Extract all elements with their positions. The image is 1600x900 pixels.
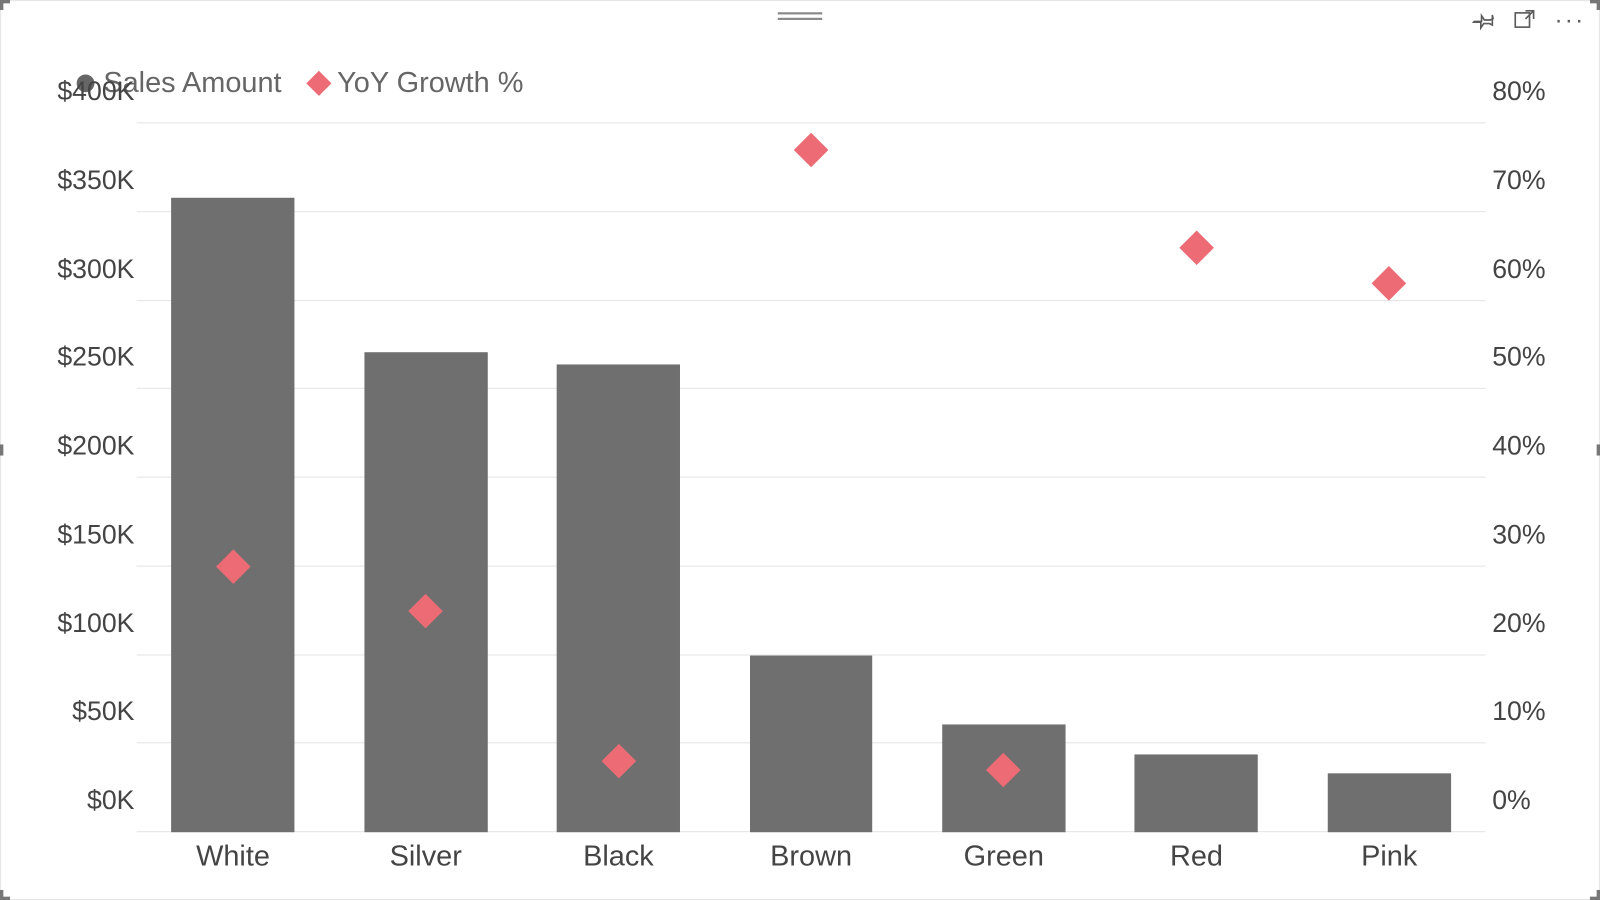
selection-handle[interactable] [0, 0, 3, 10]
y-right-tick: 10% [1492, 697, 1594, 728]
chart-visual: ··· Sales Amount YoY Growth % $0K $50K $10… [0, 0, 1600, 900]
y-right-tick: 40% [1492, 431, 1594, 462]
marker-brown[interactable] [794, 133, 829, 168]
selection-handle[interactable] [1597, 890, 1600, 900]
selection-handle[interactable] [0, 444, 3, 455]
marker-white[interactable] [216, 549, 251, 584]
drag-handle-icon[interactable] [778, 12, 822, 23]
legend-item-marker[interactable]: YoY Growth % [310, 66, 523, 100]
y-right-tick: 30% [1492, 520, 1594, 551]
chart-legend: Sales Amount YoY Growth % [77, 66, 524, 100]
y-left-tick: $200K [14, 431, 134, 462]
x-tick: White [196, 839, 270, 873]
plot-area [137, 123, 1486, 832]
y-left-tick: $300K [14, 254, 134, 285]
x-tick: Pink [1361, 839, 1417, 873]
y-right-tick: 20% [1492, 608, 1594, 639]
more-options-icon[interactable]: ··· [1552, 10, 1588, 30]
selection-handle[interactable] [1597, 0, 1600, 10]
x-tick: Green [964, 839, 1044, 873]
legend-label: YoY Growth % [337, 66, 523, 100]
y-left-tick: $0K [14, 786, 134, 817]
combo-chart: $0K$50K$100K$150K$200K$250K$300K$350K$40… [14, 112, 1585, 888]
y-axis-right: 0%10%20%30%40%50%60%70%80% [1483, 123, 1585, 832]
marker-silver[interactable] [408, 593, 443, 628]
x-tick: Silver [390, 839, 462, 873]
y-right-tick: 0% [1492, 786, 1594, 817]
marker-green[interactable] [987, 753, 1022, 788]
focus-mode-icon[interactable] [1512, 8, 1536, 32]
selection-handle[interactable] [0, 890, 3, 900]
y-right-tick: 80% [1492, 77, 1594, 108]
y-right-tick: 60% [1492, 254, 1594, 285]
marker-pink[interactable] [1372, 266, 1407, 301]
x-axis: White Silver Black Brown Green Red Pink [137, 839, 1486, 883]
x-tick: Red [1170, 839, 1223, 873]
visual-toolbar: ··· [1472, 8, 1588, 32]
y-left-tick: $50K [14, 697, 134, 728]
y-axis-left: $0K$50K$100K$150K$200K$250K$300K$350K$40… [14, 123, 134, 832]
marker-red[interactable] [1179, 230, 1214, 265]
y-right-tick: 70% [1492, 165, 1594, 196]
y-left-tick: $400K [14, 77, 134, 108]
pin-icon[interactable] [1472, 8, 1496, 32]
y-right-tick: 50% [1492, 342, 1594, 373]
y-left-tick: $250K [14, 342, 134, 373]
y-left-tick: $350K [14, 165, 134, 196]
y-left-tick: $150K [14, 520, 134, 551]
diamond-icon [307, 70, 332, 95]
x-tick: Black [583, 839, 654, 873]
marker-black[interactable] [601, 744, 636, 779]
selection-handle[interactable] [1597, 444, 1600, 455]
y-left-tick: $100K [14, 608, 134, 639]
x-tick: Brown [770, 839, 852, 873]
